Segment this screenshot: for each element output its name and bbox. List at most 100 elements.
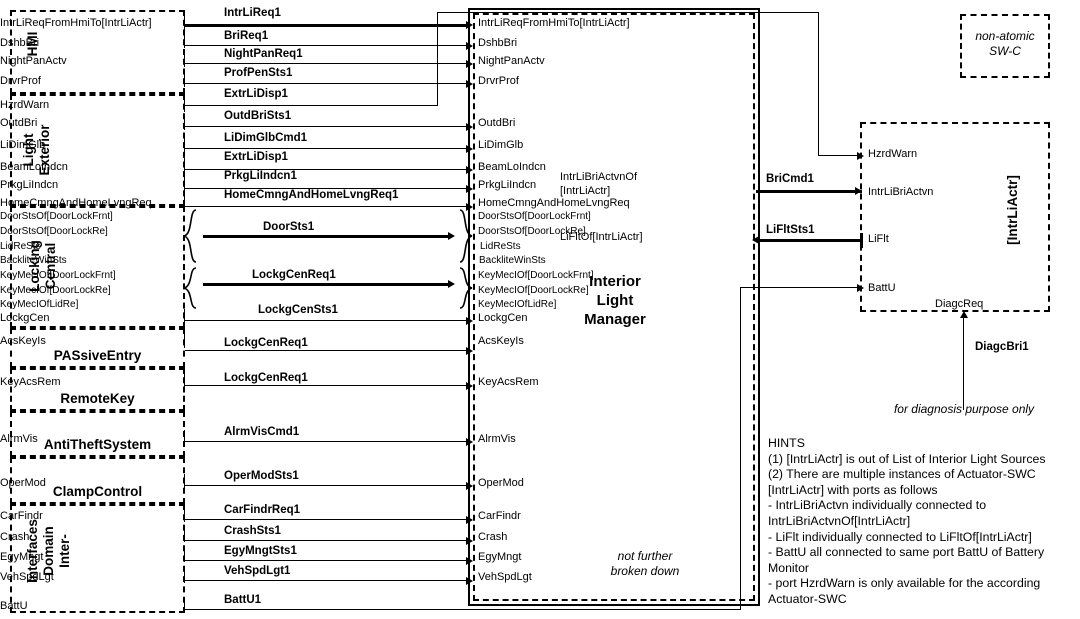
wire-arrowhead <box>466 123 473 131</box>
signal-label-battu1: BattU1 <box>224 594 262 606</box>
wire-arrowhead <box>466 145 473 153</box>
wire-arrowhead <box>466 382 473 390</box>
cport-crash[interactable]: Crash <box>478 532 507 543</box>
cport-lidimglb[interactable]: LiDimGlb <box>478 140 523 151</box>
wire-arrowhead <box>466 482 473 490</box>
hints-line: IntrLiBriActvnOf[IntrLiActr] <box>768 514 911 529</box>
wire-arrowhead <box>857 284 864 292</box>
port-ats-alrmvis[interactable]: AlrmVis <box>0 434 178 445</box>
signal-label-extrlidisp1-b: ExtrLiDisp1 <box>224 151 288 163</box>
cport-opermod[interactable]: OperMod <box>478 478 524 489</box>
wire-arrowhead-left <box>752 236 759 244</box>
cport-doorstsof-frnt[interactable]: DoorStsOf[DoorLockFrnt] <box>478 212 591 222</box>
port-rk-keyacsrem[interactable]: KeyAcsRem <box>0 377 178 388</box>
bundle-brace-keymeci <box>183 267 197 309</box>
cport-alrmvis[interactable]: AlrmVis <box>478 434 516 445</box>
port-idi-crash[interactable]: Crash <box>0 532 178 543</box>
cport-nightpanactv[interactable]: NightPanActv <box>478 56 545 67</box>
rport-hzrdwarn[interactable]: HzrdWarn <box>868 149 917 160</box>
cport-keymeciof-re[interactable]: KeyMecIOf[DoorLockRe] <box>478 286 589 296</box>
wire-arrowhead <box>466 166 473 174</box>
cport-acskeyis[interactable]: AcsKeyIs <box>478 336 524 347</box>
wire-homecmngandhomelvngreq1 <box>185 206 469 208</box>
port-cl-keymeciof-frnt[interactable]: KeyMecIOf[DoorLockFrnt] <box>0 271 178 281</box>
center-name-line3: Manager <box>584 310 646 328</box>
rport-intrlibriactvn[interactable]: IntrLiBriActvn <box>868 187 933 198</box>
port-idi-battu[interactable]: BattU <box>0 601 178 612</box>
hints-line: (2) There are multiple instances of Actu… <box>768 467 1036 482</box>
hints-line: Monitor <box>768 560 810 575</box>
port-hmi-drvrprof[interactable]: DrvrProf <box>0 76 178 87</box>
wire-extrlidisp1-hzrdwarn-seg2 <box>437 12 439 106</box>
wire-arrowhead <box>466 557 473 565</box>
port-extlight-outdbri[interactable]: OutdBri <box>0 118 178 129</box>
port-extlight-homecmngandhomelvngreq[interactable]: HomeCmngAndHomeLvngReq <box>0 198 178 209</box>
port-pe-acskeyis[interactable]: AcsKeyIs <box>0 336 178 347</box>
signal-label-doorsts1: DoorSts1 <box>263 221 315 233</box>
port-extlight-lidimglb[interactable]: LiDimGlb <box>0 140 178 151</box>
cport-carfindr[interactable]: CarFindr <box>478 511 521 522</box>
legend-line2: SW-C <box>989 44 1021 58</box>
port-extlight-prkgliindcn[interactable]: PrkgLiIndcn <box>0 180 178 191</box>
port-idi-vehspdlgt[interactable]: VehSpdLgt <box>0 572 178 583</box>
cport-keyacsrem[interactable]: KeyAcsRem <box>478 377 539 388</box>
wire-brireq1 <box>185 45 469 47</box>
wire-arrowhead <box>466 60 473 68</box>
cport-keymeciof-lidre[interactable]: KeyMecIOfLidRe] <box>478 300 556 310</box>
signal-label-lockgcenreq1-b: LockgCenReq1 <box>224 337 308 349</box>
port-idi-carfindr[interactable]: CarFindr <box>0 511 178 522</box>
cport-lockgcen[interactable]: LockgCen <box>478 313 528 324</box>
bundle-brace-doorsts <box>183 209 197 263</box>
port-hmi-intrlireqfromhmito[interactable]: IntrLiReqFromHmiTo[IntrLiActr] <box>0 18 180 29</box>
cport-backlitewinsts[interactable]: BackliteWinSts <box>479 256 546 266</box>
wire-arrowhead <box>857 152 864 160</box>
wire-arrowhead <box>466 347 473 355</box>
cport-out-intrlibriactvnof-2[interactable]: [IntrLiActr] <box>560 186 750 197</box>
port-idi-egymngt[interactable]: EgyMngt <box>0 552 178 563</box>
rport-battu[interactable]: BattU <box>868 283 896 294</box>
signal-label-carfindrreq1: CarFindrReq1 <box>224 504 301 516</box>
port-hmi-nightpanactv[interactable]: NightPanActv <box>0 56 178 67</box>
cport-out-intrlibriactvnof-1[interactable]: IntrLiBriActvnOf <box>560 172 750 183</box>
cport-lidrests[interactable]: LidReSts <box>480 242 521 252</box>
cport-drvrprof[interactable]: DrvrProf <box>478 76 519 87</box>
signal-label-lockgcenreq1-c: LockgCenReq1 <box>224 372 308 384</box>
rport-liflt[interactable]: LiFlt <box>868 234 889 245</box>
port-extlight-hzrdwarn[interactable]: HzrdWarn <box>0 100 178 111</box>
port-cl-doorstsof-re[interactable]: DoorStsOf[DoorLockRe] <box>0 227 178 237</box>
port-cl-lockgcen[interactable]: LockgCen <box>0 313 178 324</box>
port-cl-keymeciof-lidre[interactable]: KeyMecIOfLidRe] <box>0 300 178 310</box>
wire-arrowhead <box>466 21 473 29</box>
cport-egymngt[interactable]: EgyMngt <box>478 552 521 563</box>
rport-diagcreq[interactable]: DiagcReq <box>935 299 983 310</box>
port-cl-keymeciof-re[interactable]: KeyMecIOf[DoorLockRe] <box>0 286 178 296</box>
port-cl-lidrests[interactable]: LidReSts <box>0 242 178 252</box>
cport-homecmngandhomelvngreq[interactable]: HomeCmngAndHomeLvngReq <box>478 198 630 209</box>
hints-line: Actuator-SWC <box>768 592 847 607</box>
cport-keymeciof-frnt[interactable]: KeyMecIOf[DoorLockFrnt] <box>478 271 594 281</box>
signal-label-prkgliindcn1: PrkgLiIndcn1 <box>224 170 297 182</box>
cport-intrlireqfromhmito[interactable]: IntrLiReqFromHmiTo[IntrLiActr] <box>478 18 630 29</box>
port-cl-doorstsof-frnt[interactable]: DoorStsOf[DoorLockFrnt] <box>0 212 178 222</box>
cport-out-lifltof[interactable]: LiFltOf[IntrLiActr] <box>560 232 750 243</box>
signal-label-lockgcenreq1-a: LockgCenReq1 <box>252 269 336 281</box>
cport-prkgliindcn[interactable]: PrkgLiIndcn <box>478 180 536 191</box>
signal-label-alrmviscmd1: AlrmVisCmd1 <box>224 426 300 438</box>
port-extlight-beamloindcn[interactable]: BeamLoIndcn <box>0 162 178 173</box>
cport-outdbri[interactable]: OutdBri <box>478 118 515 129</box>
port-tick <box>184 136 186 152</box>
port-cc-opermod[interactable]: OperMod <box>0 478 178 489</box>
wire-arrowhead-up <box>960 311 968 318</box>
wire-arrowhead <box>466 577 473 585</box>
wire-alrmviscmd1 <box>185 441 469 443</box>
hints-line: (1) [IntrLiActr] is out of List of Inter… <box>768 451 1046 466</box>
port-tick <box>184 373 186 389</box>
legend-line1: non-atomic <box>975 29 1035 43</box>
port-cl-backlitewinsts[interactable]: BackliteWinSts <box>0 256 178 266</box>
wire-prkgliindcn1 <box>185 188 469 190</box>
cport-dshbbri[interactable]: DshbBri <box>478 38 517 49</box>
port-hmi-dshbbri[interactable]: DshbBri <box>0 38 178 49</box>
cport-vehspdlgt[interactable]: VehSpdLgt <box>478 572 532 583</box>
cport-beamloindcn[interactable]: BeamLoIndcn <box>478 162 546 173</box>
wire-vehspdlgt1 <box>185 580 469 582</box>
